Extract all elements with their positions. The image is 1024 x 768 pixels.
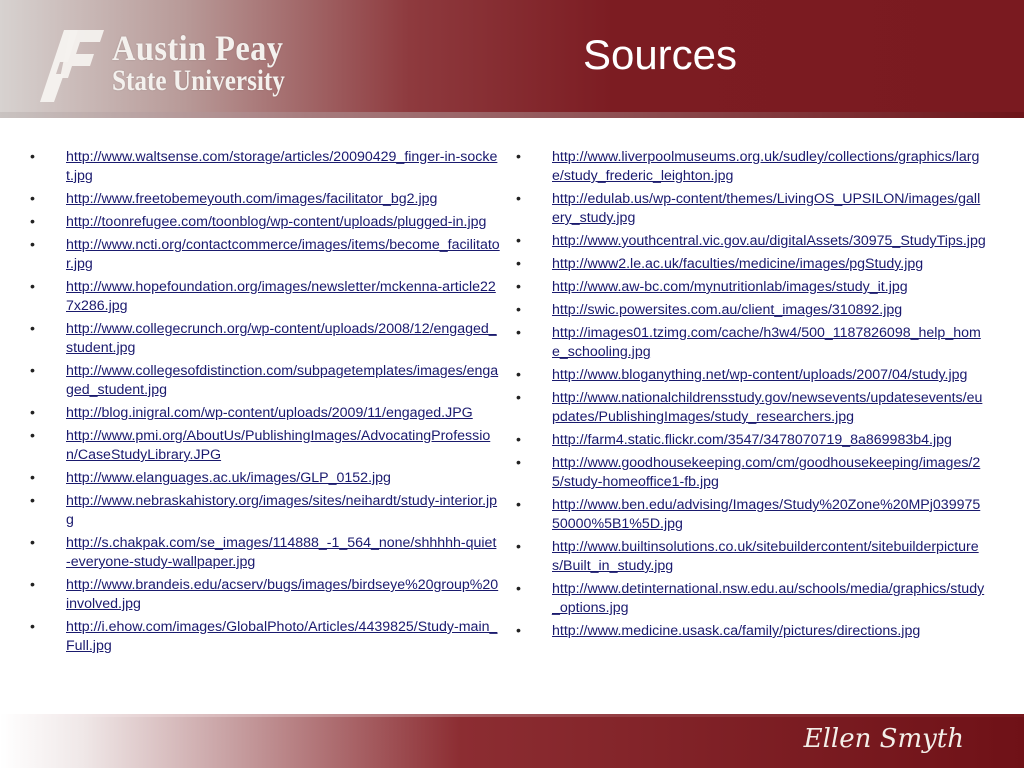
- bullet-icon: •: [516, 432, 521, 448]
- logo-text-austin-peay: Austin Peay: [112, 28, 284, 68]
- list-item: • http://www.ben.edu/advising/Images/Stud…: [516, 496, 986, 534]
- list-item: • http://www.youthcentral.vic.gov.au/digi…: [516, 232, 986, 251]
- apsu-logo-mark-icon: [40, 30, 104, 102]
- list-item: • http://s.chakpak.com/se_images/114888_-…: [30, 534, 500, 572]
- list-item: • http://www.pmi.org/AboutUs/PublishingIm…: [30, 427, 500, 465]
- list-item: • http://www2.le.ac.uk/faculties/medicine…: [516, 255, 986, 274]
- list-item: • http://www.nationalchildrensstudy.gov/n…: [516, 389, 986, 427]
- list-item: • http://blog.inigral.com/wp-content/uplo…: [30, 404, 500, 423]
- bullet-icon: •: [30, 363, 35, 379]
- bullet-icon: •: [30, 279, 35, 295]
- source-link[interactable]: http://www.freetobemeyouth.com/images/fa…: [66, 191, 437, 207]
- bullet-icon: •: [516, 455, 521, 471]
- bullet-icon: •: [30, 237, 35, 253]
- source-link[interactable]: http://i.ehow.com/images/GlobalPhoto/Art…: [66, 619, 497, 654]
- bullet-icon: •: [30, 577, 35, 593]
- source-link[interactable]: http://www.builtinsolutions.co.uk/sitebu…: [552, 539, 979, 574]
- list-item: • http://www.collegesofdistinction.com/su…: [30, 362, 500, 400]
- source-link[interactable]: http://www.goodhousekeeping.com/cm/goodh…: [552, 455, 980, 490]
- source-link[interactable]: http://farm4.static.flickr.com/3547/3478…: [552, 432, 952, 448]
- bullet-icon: •: [516, 325, 521, 341]
- list-item: • http://www.collegecrunch.org/wp-content…: [30, 320, 500, 358]
- source-link[interactable]: http://s.chakpak.com/se_images/114888_-1…: [66, 535, 496, 570]
- source-link[interactable]: http://www.detinternational.nsw.edu.au/s…: [552, 581, 984, 616]
- bullet-icon: •: [516, 390, 521, 406]
- list-item: • http://edulab.us/wp-content/themes/Livi…: [516, 190, 986, 228]
- bullet-icon: •: [516, 581, 521, 597]
- bullet-icon: •: [516, 302, 521, 318]
- list-item: • http://swic.powersites.com.au/client_im…: [516, 301, 986, 320]
- bullet-icon: •: [516, 191, 521, 207]
- source-link[interactable]: http://www.collegecrunch.org/wp-content/…: [66, 321, 497, 356]
- bullet-icon: •: [30, 149, 35, 165]
- source-link[interactable]: http://www.youthcentral.vic.gov.au/digit…: [552, 233, 986, 249]
- source-link[interactable]: http://www.collegesofdistinction.com/sub…: [66, 363, 498, 398]
- bullet-icon: •: [30, 191, 35, 207]
- bullet-icon: •: [30, 619, 35, 635]
- list-item: • http://toonrefugee.com/toonblog/wp-cont…: [30, 213, 500, 232]
- header-banner: Austin Peay State University Sources: [0, 0, 1024, 118]
- bullet-icon: •: [516, 233, 521, 249]
- source-link[interactable]: http://blog.inigral.com/wp-content/uploa…: [66, 405, 473, 421]
- source-link[interactable]: http://www.pmi.org/AboutUs/PublishingIma…: [66, 428, 490, 463]
- list-item: • http://www.medicine.usask.ca/family/pic…: [516, 622, 986, 641]
- source-link[interactable]: http://www.ben.edu/advising/Images/Study…: [552, 497, 980, 532]
- bullet-icon: •: [516, 149, 521, 165]
- list-item: • http://www.elanguages.ac.uk/images/GLP_…: [30, 469, 500, 488]
- source-link[interactable]: http://www.aw-bc.com/mynutritionlab/imag…: [552, 279, 908, 295]
- footer-banner: Ellen Smyth: [0, 714, 1024, 768]
- list-item: • http://www.ncti.org/contactcommerce/ima…: [30, 236, 500, 274]
- source-link[interactable]: http://toonrefugee.com/toonblog/wp-conte…: [66, 214, 486, 230]
- source-link[interactable]: http://www.hopefoundation.org/images/new…: [66, 279, 496, 314]
- list-item: • http://www.hopefoundation.org/images/ne…: [30, 278, 500, 316]
- list-item: • http://www.nebraskahistory.org/images/s…: [30, 492, 500, 530]
- list-item: • http://www.detinternational.nsw.edu.au/…: [516, 580, 986, 618]
- logo-text-state-university: State University: [112, 64, 285, 97]
- bullet-icon: •: [516, 539, 521, 555]
- slide-title: Sources: [582, 31, 738, 78]
- bullet-icon: •: [30, 535, 35, 551]
- bullet-icon: •: [516, 367, 521, 383]
- bullet-icon: •: [30, 470, 35, 486]
- bullet-icon: •: [30, 321, 35, 337]
- bullet-icon: •: [30, 428, 35, 444]
- list-item: • http://www.bloganything.net/wp-content/…: [516, 366, 986, 385]
- list-item: • http://i.ehow.com/images/GlobalPhoto/Ar…: [30, 618, 500, 656]
- university-logo: Austin Peay State University: [38, 24, 308, 104]
- source-link[interactable]: http://www.nationalchildrensstudy.gov/ne…: [552, 390, 982, 425]
- bullet-icon: •: [516, 623, 521, 639]
- source-link[interactable]: http://www.medicine.usask.ca/family/pict…: [552, 623, 920, 639]
- source-link[interactable]: http://www.liverpoolmuseums.org.uk/sudle…: [552, 149, 979, 184]
- list-item: • http://www.aw-bc.com/mynutritionlab/ima…: [516, 278, 986, 297]
- list-item: • http://images01.tzimg.com/cache/h3w4/50…: [516, 324, 986, 362]
- list-item: • http://www.waltsense.com/storage/articl…: [30, 148, 500, 186]
- source-link[interactable]: http://swic.powersites.com.au/client_ima…: [552, 302, 902, 318]
- source-link[interactable]: http://images01.tzimg.com/cache/h3w4/500…: [552, 325, 981, 360]
- source-link[interactable]: http://www.waltsense.com/storage/article…: [66, 149, 497, 184]
- list-item: • http://www.builtinsolutions.co.uk/siteb…: [516, 538, 986, 576]
- list-item: • http://farm4.static.flickr.com/3547/347…: [516, 431, 986, 450]
- bullet-icon: •: [30, 405, 35, 421]
- list-item: • http://www.brandeis.edu/acserv/bugs/ima…: [30, 576, 500, 614]
- bullet-icon: •: [516, 497, 521, 513]
- bullet-icon: •: [516, 256, 521, 272]
- source-link[interactable]: http://www.ncti.org/contactcommerce/imag…: [66, 237, 500, 272]
- list-item: • http://www.liverpoolmuseums.org.uk/sudl…: [516, 148, 986, 186]
- source-link[interactable]: http://www.elanguages.ac.uk/images/GLP_0…: [66, 470, 391, 486]
- list-item: • http://www.freetobemeyouth.com/images/f…: [30, 190, 500, 209]
- source-link[interactable]: http://www.brandeis.edu/acserv/bugs/imag…: [66, 577, 498, 612]
- sources-list-right: • http://www.liverpoolmuseums.org.uk/sudl…: [516, 148, 986, 645]
- bullet-icon: •: [30, 493, 35, 509]
- source-link[interactable]: http://www2.le.ac.uk/faculties/medicine/…: [552, 256, 923, 272]
- source-link[interactable]: http://www.nebraskahistory.org/images/si…: [66, 493, 497, 528]
- bullet-icon: •: [30, 214, 35, 230]
- author-signature: Ellen Smyth: [803, 724, 964, 754]
- sources-list-left: • http://www.waltsense.com/storage/articl…: [30, 148, 500, 660]
- source-link[interactable]: http://edulab.us/wp-content/themes/Livin…: [552, 191, 980, 226]
- list-item: • http://www.goodhousekeeping.com/cm/good…: [516, 454, 986, 492]
- source-link[interactable]: http://www.bloganything.net/wp-content/u…: [552, 367, 967, 383]
- bullet-icon: •: [516, 279, 521, 295]
